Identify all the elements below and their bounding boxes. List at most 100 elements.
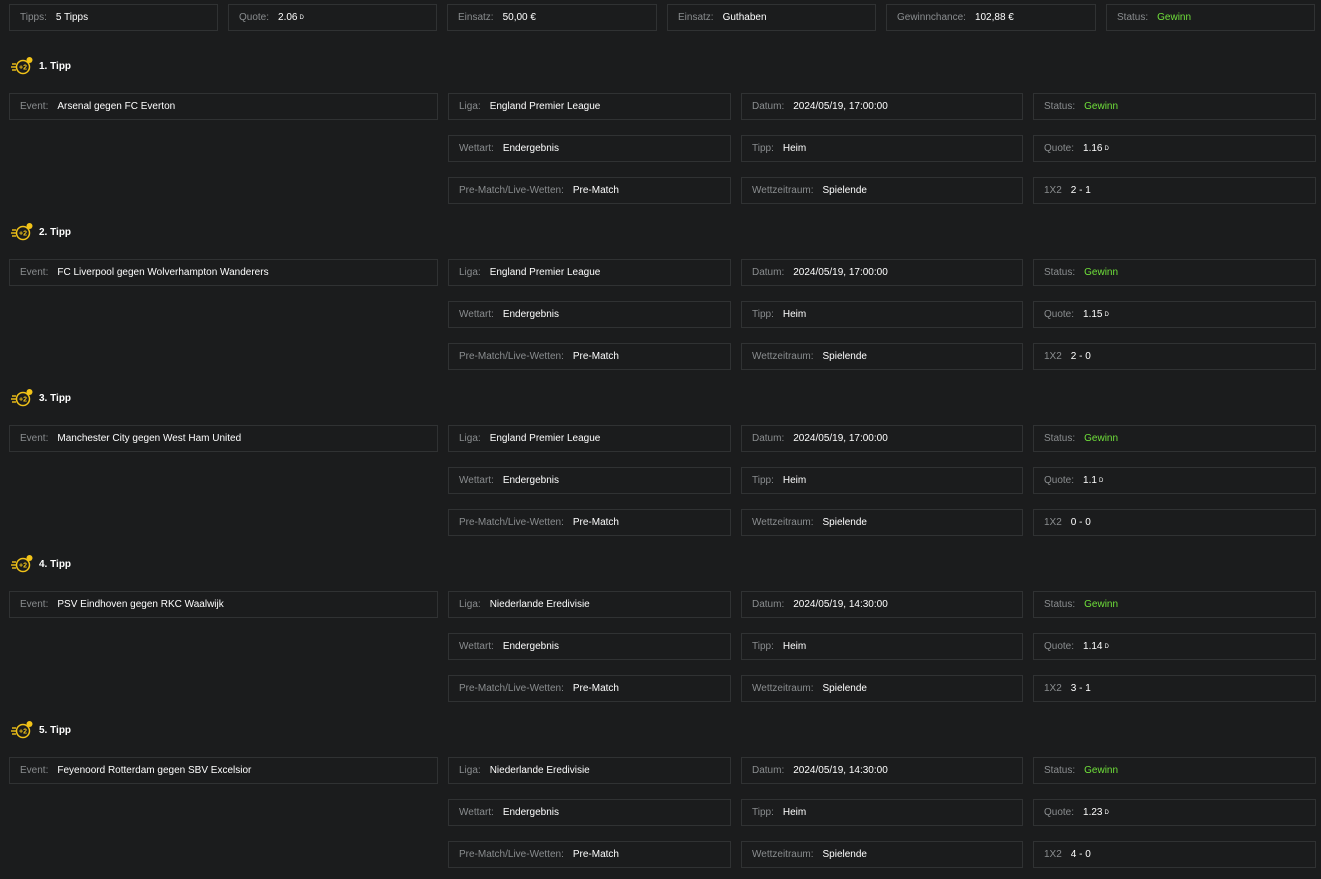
tipp-quote-label: Quote: — [1044, 475, 1075, 486]
tipp-result: 1X2 0 - 0 — [1033, 509, 1316, 536]
tipp-title: 3. Tipp — [39, 392, 72, 404]
tipp-wettart: Wettart: Endergebnis — [448, 633, 731, 660]
tipp-liga-value: Niederlande Eredivisie — [489, 765, 590, 776]
tipp-prematch-value: Pre-Match — [572, 849, 619, 860]
tipp-quote-label: Quote: — [1044, 309, 1075, 320]
tipp-wettart-label: Wettart: — [459, 641, 494, 652]
tipp-datum-value: 2024/05/19, 14:30:00 — [793, 599, 888, 610]
tipp-wettzeitraum: Wettzeitraum: Spielende — [741, 509, 1023, 536]
summary-status: Status: Gewinn — [1106, 4, 1315, 31]
summary-gewinnchance-label: Gewinnchance: — [897, 12, 966, 23]
tipp-event: Event: PSV Eindhoven gegen RKC Waalwijk — [9, 591, 438, 618]
tipp-selection: Tipp: Heim — [741, 799, 1023, 826]
tipp-status-label: Status: — [1044, 599, 1076, 610]
tipp-selection: Tipp: Heim — [741, 301, 1023, 328]
tipp-event: Event: Manchester City gegen West Ham Uni… — [9, 425, 438, 452]
tipp-wettart-value: Endergebnis — [502, 807, 559, 818]
tipp-wettart: Wettart: Endergebnis — [448, 799, 731, 826]
tipp-datum-label: Datum: — [752, 433, 785, 444]
tipp-liga: Liga: England Premier League — [448, 93, 731, 120]
tipp-status: Status: Gewinn — [1033, 425, 1316, 452]
tipp-prematch-value: Pre-Match — [572, 185, 619, 196]
tipp-event: Event: Arsenal gegen FC Everton — [9, 93, 438, 120]
tipp-prematch: Pre-Match/Live-Wetten: Pre-Match — [448, 509, 731, 536]
tipp-event-label: Event: — [20, 599, 49, 610]
tipp-liga-label: Liga: — [459, 433, 481, 444]
tipp-datum: Datum: 2024/05/19, 14:30:00 — [741, 591, 1023, 618]
tipp-datum-label: Datum: — [752, 599, 785, 610]
tipp-event: Event: FC Liverpool gegen Wolverhampton W… — [9, 259, 438, 286]
tipp-status-label: Status: — [1044, 433, 1076, 444]
tipp-quote-label: Quote: — [1044, 641, 1075, 652]
tipp-datum: Datum: 2024/05/19, 17:00:00 — [741, 93, 1023, 120]
tipp-header: +2 3. Tipp — [11, 388, 71, 408]
bonus-coin-icon: +2 — [11, 721, 33, 739]
tipp-header: +2 2. Tipp — [11, 222, 71, 242]
summary-tipps-label: Tipps: — [20, 12, 47, 23]
bonus-coin-badge: +2 — [19, 397, 27, 404]
tipp-result-label: 1X2 — [1044, 849, 1062, 860]
tipp-wettzeitraum: Wettzeitraum: Spielende — [741, 675, 1023, 702]
tipp-event-value: Arsenal gegen FC Everton — [57, 101, 176, 112]
tipp-prematch: Pre-Match/Live-Wetten: Pre-Match — [448, 177, 731, 204]
tipp-selection-label: Tipp: — [752, 475, 774, 486]
tipp-status-value: Gewinn — [1084, 599, 1119, 610]
tipp-selection-label: Tipp: — [752, 309, 774, 320]
tipp-quote-label: Quote: — [1044, 143, 1075, 154]
tipp-wettzeitraum-value: Spielende — [822, 185, 867, 196]
tipp-wettzeitraum-value: Spielende — [822, 517, 867, 528]
tipp-datum: Datum: 2024/05/19, 14:30:00 — [741, 757, 1023, 784]
tipp-selection-value: Heim — [782, 475, 807, 486]
tipp-title: 4. Tipp — [39, 558, 72, 570]
tipp-selection-value: Heim — [782, 309, 807, 320]
tipp-wettart-value: Endergebnis — [502, 309, 559, 320]
tipp-prematch-label: Pre-Match/Live-Wetten: — [459, 185, 564, 196]
summary-quote-odds-type: D — [299, 14, 304, 21]
tipp-event-value: PSV Eindhoven gegen RKC Waalwijk — [57, 599, 224, 610]
tipp-prematch-label: Pre-Match/Live-Wetten: — [459, 683, 564, 694]
tipp-result-value: 2 - 0 — [1070, 351, 1091, 362]
tipp-liga-label: Liga: — [459, 765, 481, 776]
tipp-result-value: 0 - 0 — [1070, 517, 1091, 528]
summary-gewinnchance-value: 102,88 € — [974, 12, 1014, 23]
summary-einsatz-value: 50,00 € — [502, 12, 536, 23]
tipp-status: Status: Gewinn — [1033, 259, 1316, 286]
tipp-status-label: Status: — [1044, 267, 1076, 278]
summary-status-label: Status: — [1117, 12, 1149, 23]
tipp-quote-label: Quote: — [1044, 807, 1075, 818]
tipp-status-label: Status: — [1044, 101, 1076, 112]
tipp-header: +2 4. Tipp — [11, 554, 71, 574]
tipp-event-label: Event: — [20, 433, 49, 444]
tipp-title: 2. Tipp — [39, 226, 72, 238]
tipp-liga: Liga: Niederlande Eredivisie — [448, 757, 731, 784]
tipp-wettart: Wettart: Endergebnis — [448, 301, 731, 328]
bonus-coin-badge: +2 — [19, 563, 27, 570]
tipp-title: 1. Tipp — [39, 60, 72, 72]
tipp-result-label: 1X2 — [1044, 517, 1062, 528]
tipp-event-label: Event: — [20, 765, 49, 776]
tipp-selection: Tipp: Heim — [741, 467, 1023, 494]
tipp-prematch-label: Pre-Match/Live-Wetten: — [459, 849, 564, 860]
tipp-prematch: Pre-Match/Live-Wetten: Pre-Match — [448, 343, 731, 370]
tipp-result: 1X2 2 - 0 — [1033, 343, 1316, 370]
tipp-status-value: Gewinn — [1084, 267, 1119, 278]
tipp-datum: Datum: 2024/05/19, 17:00:00 — [741, 425, 1023, 452]
summary-quote: Quote: 2.06 D — [228, 4, 437, 31]
tipp-datum-value: 2024/05/19, 14:30:00 — [793, 765, 888, 776]
tipp-wettzeitraum: Wettzeitraum: Spielende — [741, 177, 1023, 204]
tipp-status: Status: Gewinn — [1033, 591, 1316, 618]
tipp-result: 1X2 3 - 1 — [1033, 675, 1316, 702]
tipp-datum: Datum: 2024/05/19, 17:00:00 — [741, 259, 1023, 286]
bonus-coin-icon: +2 — [11, 389, 33, 407]
tipp-wettzeitraum-label: Wettzeitraum: — [752, 849, 814, 860]
tipp-liga: Liga: Niederlande Eredivisie — [448, 591, 731, 618]
summary-einsatz: Einsatz: 50,00 € — [447, 4, 657, 31]
tipp-wettart-label: Wettart: — [459, 475, 494, 486]
summary-tipps-value: 5 Tipps — [55, 12, 89, 23]
tipp-event: Event: Feyenoord Rotterdam gegen SBV Exce… — [9, 757, 438, 784]
summary-quote-label: Quote: — [239, 12, 270, 23]
tipp-result-value: 3 - 1 — [1070, 683, 1091, 694]
summary-einsatz-type: Einsatz: Guthaben — [667, 4, 876, 31]
tipp-datum-value: 2024/05/19, 17:00:00 — [793, 267, 888, 278]
bonus-coin-icon: +2 — [11, 57, 33, 75]
